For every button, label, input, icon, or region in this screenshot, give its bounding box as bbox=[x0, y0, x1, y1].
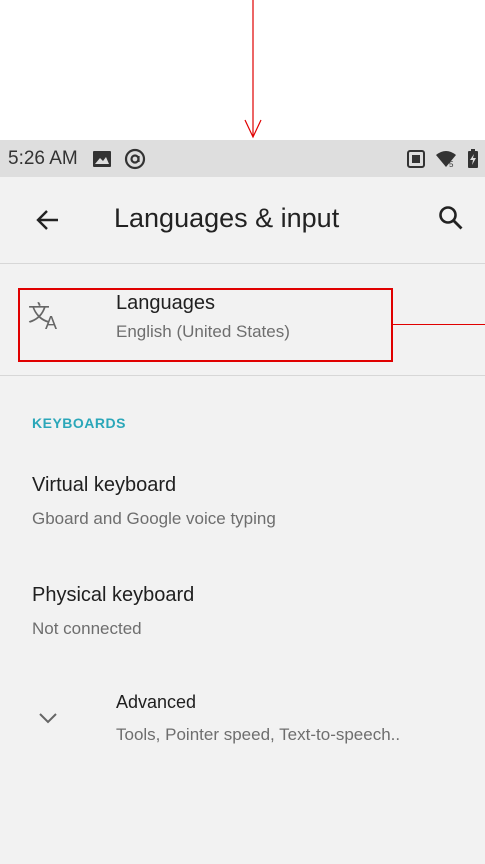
status-time: 5:26 AM bbox=[8, 147, 78, 169]
image-icon bbox=[92, 150, 111, 167]
page-title: Languages & input bbox=[114, 203, 340, 233]
annotation-highlight-box bbox=[18, 288, 393, 362]
annotation-arrow bbox=[244, 0, 262, 139]
virtual-keyboard-subtitle: Gboard and Google voice typing bbox=[32, 509, 276, 528]
virtual-keyboard-item[interactable]: Virtual keyboard Gboard and Google voice… bbox=[0, 450, 485, 560]
app-bar: Languages & input bbox=[0, 177, 485, 263]
search-icon[interactable] bbox=[438, 205, 464, 231]
physical-keyboard-title: Physical keyboard bbox=[32, 584, 195, 606]
at-sign-icon bbox=[124, 148, 145, 169]
advanced-title: Advanced bbox=[116, 692, 197, 712]
annotation-pointer-line bbox=[393, 324, 485, 325]
svg-text:5: 5 bbox=[449, 160, 454, 168]
section-divider bbox=[0, 375, 485, 376]
chevron-down-icon bbox=[39, 713, 57, 724]
physical-keyboard-item[interactable]: Physical keyboard Not connected bbox=[0, 560, 485, 670]
advanced-subtitle: Tools, Pointer speed, Text-to-speech.. bbox=[116, 725, 401, 744]
settings-screen: 5:26 AM 5 Languages & input 文 A Language… bbox=[0, 140, 485, 864]
advanced-item[interactable]: Advanced Tools, Pointer speed, Text-to-s… bbox=[0, 670, 485, 770]
physical-keyboard-subtitle: Not connected bbox=[32, 619, 142, 638]
virtual-keyboard-title: Virtual keyboard bbox=[32, 474, 177, 496]
status-bar: 5:26 AM 5 bbox=[0, 140, 485, 177]
wifi-icon: 5 bbox=[436, 151, 456, 168]
arrow-back-icon[interactable] bbox=[34, 206, 62, 234]
section-header-keyboards: KEYBOARDS bbox=[32, 415, 126, 431]
battery-charging-icon bbox=[468, 149, 478, 168]
screen-icon bbox=[407, 150, 425, 168]
